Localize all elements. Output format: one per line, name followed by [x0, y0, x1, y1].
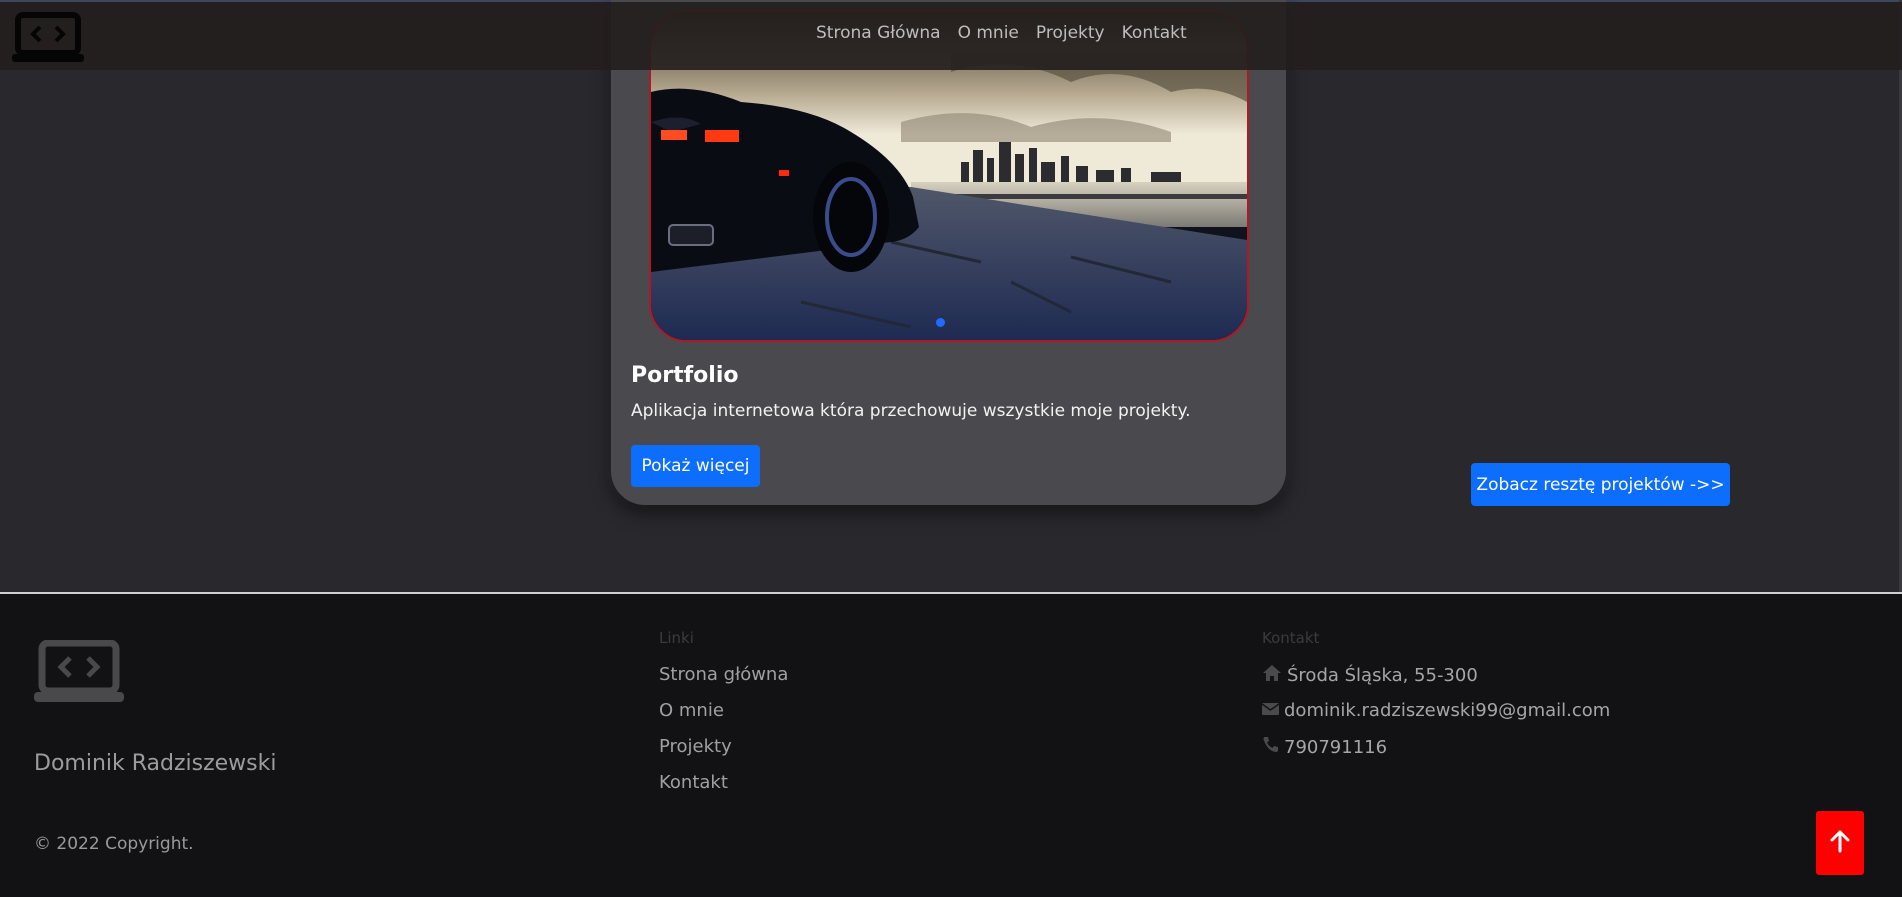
footer-phone: 790791116	[1262, 736, 1387, 758]
address-text: Środa Śląska, 55-300	[1287, 665, 1478, 686]
navbar: Strona Główna O mnie Projekty Kontakt	[0, 2, 1902, 70]
footer-link-about[interactable]: O mnie	[659, 700, 724, 721]
envelope-icon	[1261, 700, 1280, 721]
footer-address: Środa Śląska, 55-300	[1262, 664, 1478, 687]
nav-link-about[interactable]: O mnie	[958, 23, 1019, 43]
laptop-code-icon[interactable]	[12, 12, 84, 64]
project-title: Portfolio	[631, 363, 739, 388]
footer	[0, 594, 1902, 897]
carousel-indicator[interactable]	[936, 318, 945, 327]
phone-icon	[1262, 736, 1279, 758]
footer-contact-heading: Kontakt	[1262, 629, 1320, 647]
phone-text: 790791116	[1284, 736, 1388, 758]
home-icon	[1262, 664, 1282, 687]
project-description: Aplikacja internetowa która przechowuje …	[631, 401, 1191, 421]
laptop-code-icon	[34, 639, 124, 704]
footer-links-heading: Linki	[659, 629, 694, 647]
footer-email: dominik.radziszewski99@gmail.com	[1261, 700, 1611, 721]
nav-links: Strona Główna O mnie Projekty Kontakt	[816, 23, 1204, 43]
footer-link-home[interactable]: Strona główna	[659, 664, 788, 685]
back-to-top-button[interactable]	[1816, 811, 1864, 875]
footer-link-contact[interactable]: Kontakt	[659, 772, 728, 793]
see-rest-projects-button[interactable]: Zobacz resztę projektów ->>	[1471, 463, 1730, 506]
nav-link-home[interactable]: Strona Główna	[816, 23, 941, 43]
nav-link-projects[interactable]: Projekty	[1036, 23, 1105, 43]
footer-copyright: © 2022 Copyright.	[34, 834, 194, 854]
nav-link-contact[interactable]: Kontakt	[1122, 23, 1187, 43]
footer-link-projects[interactable]: Projekty	[659, 736, 732, 757]
show-more-button[interactable]: Pokaż więcej	[631, 445, 760, 487]
email-text: dominik.radziszewski99@gmail.com	[1284, 700, 1611, 721]
footer-author-name: Dominik Radziszewski	[34, 751, 277, 776]
arrow-up-icon	[1829, 829, 1851, 857]
